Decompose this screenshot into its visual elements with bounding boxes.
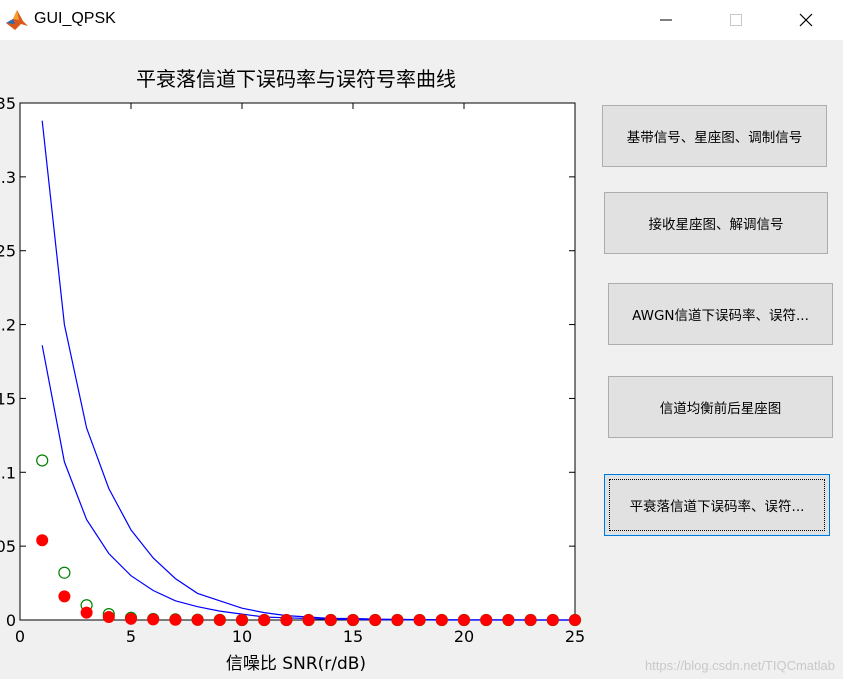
y-tick-label: .05: [0, 537, 16, 556]
x-tick-label: 25: [565, 627, 585, 646]
x-tick-label: 10: [232, 627, 252, 646]
filled-circle-point: [36, 534, 49, 547]
y-tick-label: .2: [1, 316, 16, 335]
figure-area: 平衰落信道下误码率与误符号率曲线 0 5 10 15 20 25 0 .05 .1 .15 .2 .2…: [0, 40, 843, 679]
maximize-icon: [730, 14, 742, 26]
flat-fading-ber-button[interactable]: 平衰落信道下误码率、误符...: [604, 474, 830, 536]
x-axis-label: 信噪比 SNR(r/dB): [226, 654, 366, 674]
x-tick-label: 20: [454, 627, 474, 646]
button-label: 基带信号、星座图、调制信号: [626, 130, 803, 146]
plot-area: [19, 102, 576, 621]
filled-circle-point: [546, 614, 559, 626]
y-tick-label: .35: [0, 94, 16, 113]
filled-circle-point: [102, 611, 115, 624]
y-tick-label: 0: [6, 611, 16, 630]
button-label: 平衰落信道下误码率、误符...: [629, 499, 805, 515]
y-tick-label: .15: [0, 389, 16, 408]
filled-circle-point: [169, 613, 182, 626]
filled-circle-point: [258, 614, 271, 626]
filled-circle-point: [369, 614, 382, 626]
y-tick-label: .1: [1, 463, 16, 482]
filled-circle-point: [147, 613, 160, 626]
filled-circle-point: [191, 613, 204, 626]
filled-circle-point: [236, 614, 248, 626]
button-label: 接收星座图、解调信号: [648, 217, 784, 233]
filled-circle-point: [80, 606, 93, 619]
window-title: GUI_QPSK: [34, 10, 116, 27]
filled-circle-point: [413, 614, 426, 626]
filled-circle-point: [435, 614, 448, 626]
filled-circle-point: [213, 614, 226, 626]
close-icon: [799, 13, 813, 27]
baseband-signal-button[interactable]: 基带信号、星座图、调制信号: [602, 105, 827, 167]
filled-circle-point: [280, 614, 293, 626]
y-tick-label: .25: [0, 242, 16, 261]
filled-circle-point: [480, 614, 493, 626]
minimize-icon: [660, 19, 672, 21]
close-button[interactable]: [783, 0, 829, 40]
awgn-ber-button[interactable]: AWGN信道下误码率、误符...: [608, 283, 833, 345]
equalization-constellation-button[interactable]: 信道均衡前后星座图: [608, 376, 833, 438]
receive-constellation-button[interactable]: 接收星座图、解调信号: [604, 192, 828, 254]
chart-title: 平衰落信道下误码率与误符号率曲线: [136, 67, 456, 91]
filled-circle-point: [347, 614, 359, 626]
filled-circle-point: [302, 614, 315, 626]
filled-circle-point: [502, 614, 515, 626]
filled-circle-point: [391, 614, 404, 626]
filled-circle-point: [125, 612, 137, 625]
filled-circle-point: [569, 614, 581, 626]
filled-circle-point: [458, 614, 470, 626]
matlab-logo-icon: [6, 10, 28, 30]
watermark-text: https://blog.csdn.net/TIQCmatlab: [644, 658, 835, 673]
x-tick-label: 15: [343, 627, 363, 646]
y-tick-label: .3: [1, 168, 16, 187]
maximize-button[interactable]: [713, 0, 759, 40]
ber-chart: 平衰落信道下误码率与误符号率曲线 0 5 10 15 20 25 0 .05 .1 .15 .2 .2…: [0, 67, 585, 674]
filled-circle-point: [524, 614, 537, 626]
x-tick-label: 0: [15, 627, 25, 646]
button-label: 信道均衡前后星座图: [659, 401, 782, 417]
filled-circle-point: [58, 590, 71, 603]
minimize-button[interactable]: [643, 0, 689, 40]
button-label: AWGN信道下误码率、误符...: [632, 308, 809, 324]
filled-circle-point: [324, 614, 337, 626]
x-tick-label: 5: [126, 627, 136, 646]
window-titlebar[interactable]: GUI_QPSK: [0, 0, 843, 40]
